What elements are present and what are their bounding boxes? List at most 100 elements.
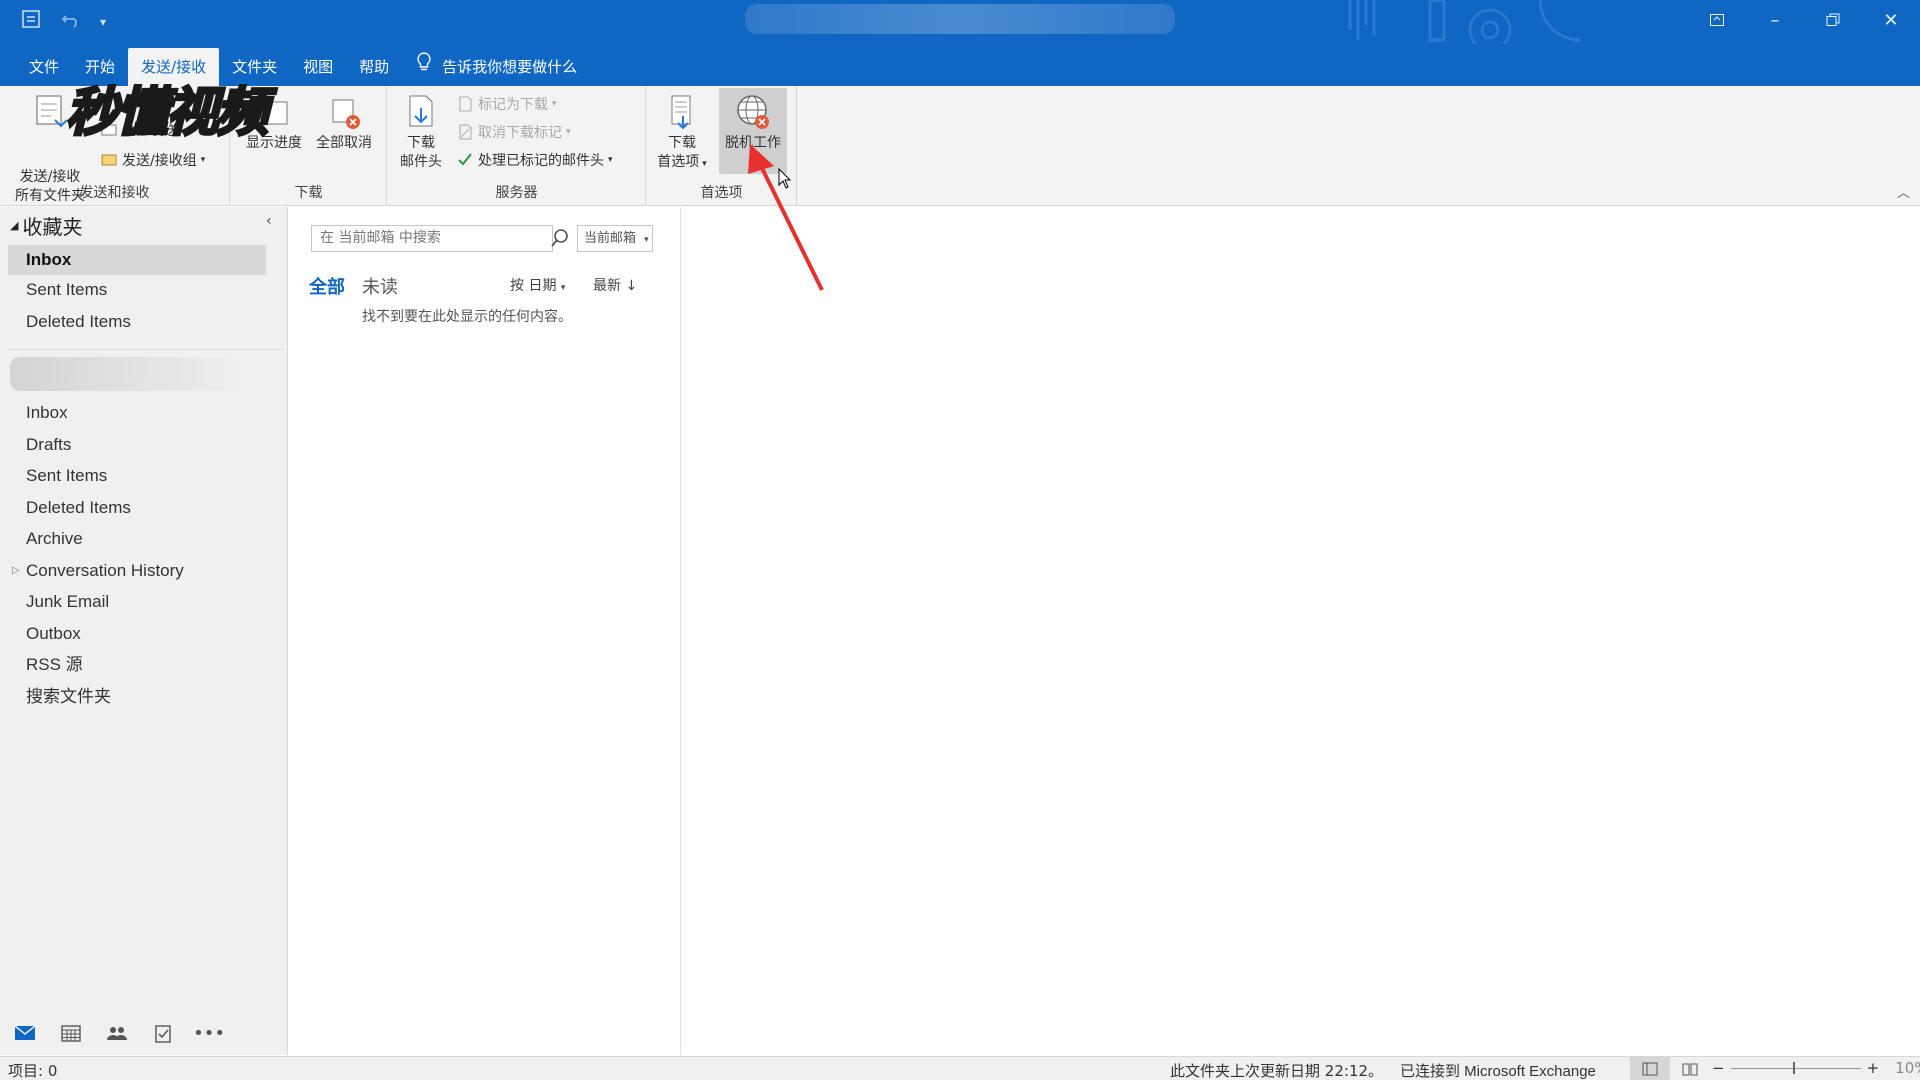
tab-help[interactable]: 帮助 — [346, 48, 402, 86]
download-preferences-button[interactable]: 下载 首选项 ▾ — [655, 92, 709, 174]
download-prefs-line2-wrap: 首选项 ▾ — [655, 153, 709, 174]
sort-by-label: 按 日期 — [510, 278, 557, 294]
group-label-send-receive: 发送和接收 — [79, 185, 150, 201]
folder-deleted-items[interactable]: Deleted Items — [8, 493, 266, 523]
folder-search-folders[interactable]: 搜索文件夹 — [8, 682, 266, 712]
item-count: 项目: 0 — [8, 1062, 58, 1080]
customize-icon[interactable]: ▾ — [100, 15, 106, 29]
pane-divider — [8, 349, 284, 350]
cancel-all-label: 全部取消 — [316, 135, 372, 151]
sort-order-toggle[interactable]: 最新 ↓ — [593, 275, 637, 295]
group-label-download: 下载 — [294, 185, 323, 201]
send-receive-groups-label: 发送/接收组 — [122, 153, 197, 169]
folder-outbox[interactable]: Outbox — [8, 619, 266, 649]
download-headers-line1: 下载 — [407, 135, 435, 151]
work-offline-label: 脱机工作 — [725, 135, 781, 151]
zoom-out-icon[interactable]: − — [1712, 1059, 1725, 1077]
mouse-cursor-icon — [778, 168, 792, 189]
process-marked-headers-button[interactable]: 处理已标记的邮件头 ▾ — [456, 150, 613, 170]
search-input[interactable]: 在 当前邮箱 中搜索 — [311, 225, 553, 252]
calendar-icon[interactable] — [60, 1022, 82, 1044]
cancel-all-button[interactable]: 全部取消 — [311, 92, 377, 153]
group-preferences: 下载 首选项 ▾ 脱机工作 首选项 — [647, 86, 797, 206]
folder-archive[interactable]: Archive — [8, 524, 266, 554]
filter-all-tab[interactable]: 全部 — [309, 273, 345, 299]
favorite-inbox[interactable]: Inbox — [8, 245, 266, 275]
mail-icon[interactable] — [14, 1022, 36, 1044]
send-receive-all-icon — [36, 95, 68, 128]
folder-sent-items[interactable]: Sent Items — [8, 461, 266, 491]
group-label-server: 服务器 — [495, 185, 538, 201]
checkmark-icon — [456, 151, 474, 169]
tell-me-label: 告诉我你想要做什么 — [442, 58, 578, 76]
minimize-icon[interactable]: – — [1746, 0, 1804, 40]
collapse-pane-icon[interactable]: ‹ — [266, 213, 272, 229]
undo-icon[interactable] — [60, 8, 82, 35]
folder-inbox[interactable]: Inbox — [8, 398, 266, 428]
quick-access-toolbar: ▾ — [20, 8, 106, 35]
process-marked-headers-label: 处理已标记的邮件头 — [478, 153, 604, 169]
tab-view[interactable]: 视图 — [290, 48, 346, 86]
folder-drafts[interactable]: Drafts — [8, 430, 266, 460]
conversation-history-label: Conversation History — [26, 561, 184, 580]
favorite-sent-items[interactable]: Sent Items — [8, 275, 266, 305]
send-receive-groups-icon — [100, 151, 118, 169]
unmark-to-download-button[interactable]: 取消下载标记 ▾ — [456, 122, 571, 142]
normal-view-icon[interactable] — [1630, 1057, 1670, 1080]
mark-to-download-button[interactable]: 标记为下载 ▾ — [456, 94, 557, 114]
tab-file[interactable]: 文件 — [16, 48, 72, 86]
mark-download-icon — [456, 95, 474, 113]
message-list-pane: 在 当前邮箱 中搜索 当前邮箱 ▾ 全部 未读 按 日期 ▾ 最新 ↓ 找不到要… — [289, 207, 681, 1055]
download-headers-icon — [409, 95, 433, 127]
ribbon-display-icon[interactable] — [1688, 0, 1746, 40]
tell-me-box[interactable]: 告诉我你想要做什么 — [416, 48, 577, 86]
group-server: 下载 邮件头 标记为下载 ▾ 取消下载标记 ▾ 处理已标记的邮件头 ▾ 服务器 — [388, 86, 646, 206]
connection-status: 已连接到 Microsoft Exchange — [1400, 1063, 1596, 1080]
search-icon[interactable] — [549, 227, 571, 249]
chevron-down-icon: ▾ — [644, 235, 649, 245]
download-headers-button[interactable]: 下载 邮件头 — [396, 92, 446, 172]
search-scope-dropdown[interactable]: 当前邮箱 ▾ — [577, 225, 653, 252]
zoom-slider[interactable] — [1730, 1061, 1861, 1074]
folder-junk-email[interactable]: Junk Email — [8, 587, 266, 617]
send-receive-groups-button[interactable]: 发送/接收组 ▾ — [100, 150, 205, 170]
more-icon[interactable]: ••• — [193, 1022, 225, 1044]
cancel-all-icon — [332, 99, 360, 129]
group-label-preferences: 首选项 — [700, 185, 743, 201]
work-offline-button[interactable]: 脱机工作 — [719, 88, 787, 174]
unmark-to-download-label: 取消下载标记 — [478, 125, 562, 141]
folder-rss[interactable]: RSS 源 — [8, 650, 266, 680]
sort-by-dropdown[interactable]: 按 日期 ▾ — [510, 275, 565, 295]
dropdown-icon: ▾ — [200, 155, 206, 165]
favorite-deleted-items[interactable]: Deleted Items — [8, 307, 266, 337]
menu-bar: 文件 开始 发送/接收 文件夹 视图 帮助 告诉我你想要做什么 — [0, 44, 1920, 86]
collapse-ribbon-icon[interactable]: ︿ — [1897, 182, 1910, 201]
people-icon[interactable] — [106, 1022, 128, 1044]
window-title — [745, 4, 1175, 34]
zoom-in-icon[interactable]: + — [1867, 1059, 1880, 1077]
filter-unread-tab[interactable]: 未读 — [362, 273, 398, 299]
favorites-header[interactable]: ◢ 收藏夹 — [10, 211, 82, 240]
title-bar: ▾ – ✕ — [0, 0, 1920, 52]
favorites-label: 收藏夹 — [22, 215, 83, 239]
folder-conversation-history[interactable]: ▷ Conversation History — [8, 556, 266, 586]
status-bar: 项目: 0 此文件夹上次更新日期 22:12。 已连接到 Microsoft E… — [0, 1056, 1920, 1080]
reading-view-icon[interactable] — [1670, 1057, 1710, 1080]
expand-arrow-icon[interactable]: ▷ — [12, 556, 20, 586]
folder-pane: ◢ 收藏夹 ‹ Inbox Sent Items Deleted Items I… — [0, 207, 288, 1055]
dropdown-icon: ▾ — [699, 159, 707, 169]
mark-to-download-label: 标记为下载 — [478, 97, 548, 113]
account-header[interactable] — [10, 357, 242, 391]
view-switcher — [1630, 1057, 1710, 1080]
window-controls: – ✕ — [1688, 0, 1920, 40]
close-icon[interactable]: ✕ — [1862, 0, 1920, 40]
expand-triangle-icon: ◢ — [10, 219, 19, 232]
search-scope-label: 当前邮箱 — [584, 231, 637, 246]
zoom-level[interactable]: 10% — [1895, 1059, 1920, 1077]
reading-pane — [682, 207, 1920, 1055]
tasks-icon[interactable] — [152, 1022, 174, 1044]
watermark-logo: 秒懂视频 — [64, 82, 269, 145]
send-receive-icon[interactable] — [20, 8, 42, 35]
restore-icon[interactable] — [1804, 0, 1862, 40]
download-headers-line2: 邮件头 — [400, 154, 442, 170]
